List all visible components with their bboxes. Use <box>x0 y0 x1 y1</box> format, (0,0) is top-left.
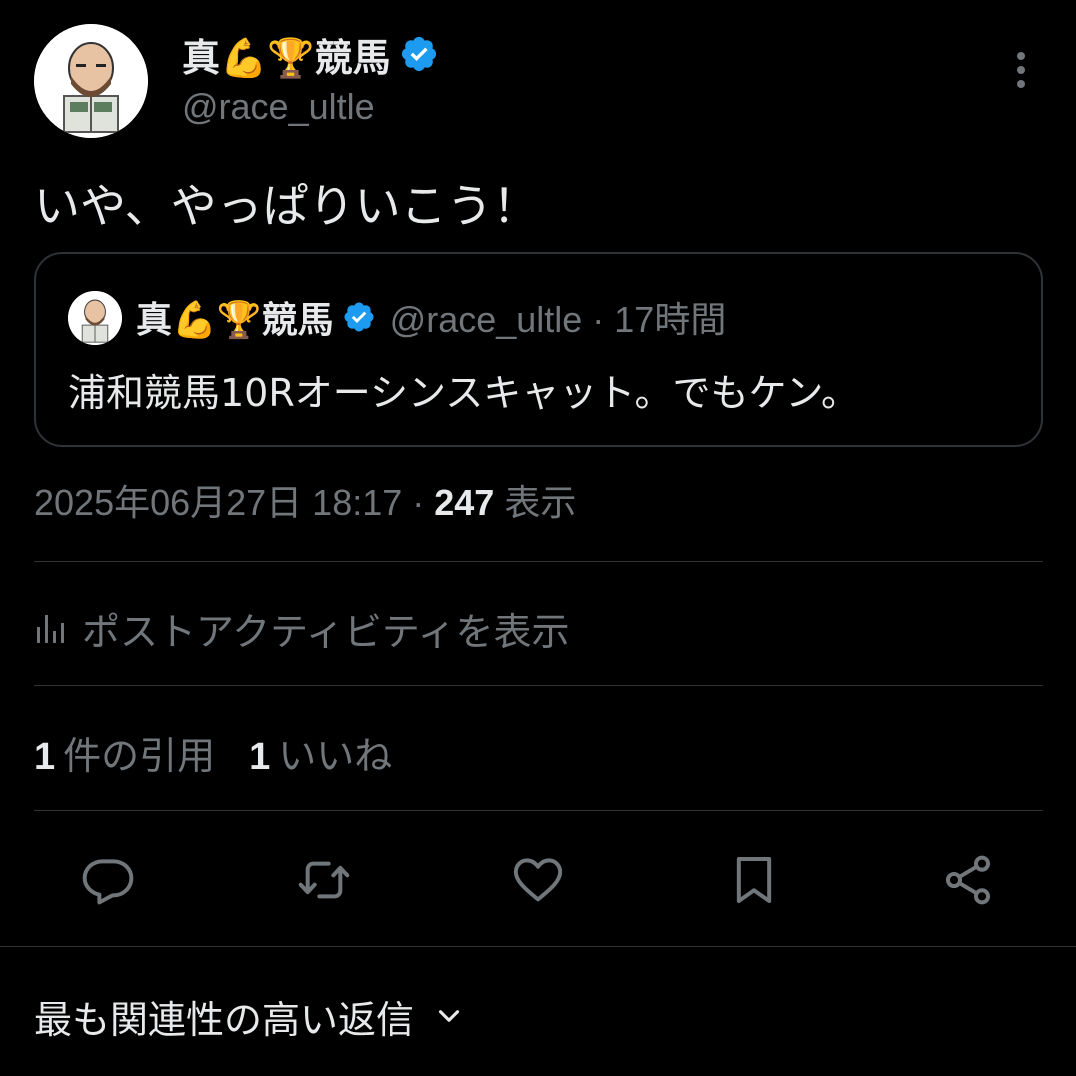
divider <box>34 685 1043 686</box>
more-options-icon[interactable] <box>1004 48 1038 92</box>
tweet-text: いや、やっぱりいこう！ <box>34 179 539 233</box>
tweet-meta: 2025年06月27日 18:17 · 247 表示 <box>34 474 576 526</box>
likes-stat[interactable]: 1 いいね <box>249 725 392 780</box>
like-icon[interactable] <box>510 852 566 908</box>
likes-label: いいね <box>278 733 393 778</box>
verified-badge-icon <box>344 302 374 332</box>
divider <box>34 561 1043 562</box>
engagement-stats: 1 件の引用 1 いいね <box>34 726 392 778</box>
divider <box>34 810 1043 811</box>
verified-badge-icon[interactable] <box>399 34 439 74</box>
chevron-down-icon <box>438 1010 460 1022</box>
repost-icon[interactable] <box>296 852 352 908</box>
view-count: 247 <box>434 482 495 523</box>
replies-sort-selector[interactable]: 最も関連性の高い返信 <box>34 988 466 1044</box>
quotes-stat[interactable]: 1 件の引用 <box>34 725 215 780</box>
tweet-datetime[interactable]: 2025年06月27日 18:17 · <box>34 482 434 523</box>
avatar-illustration <box>68 291 122 345</box>
replies-sort-label: 最も関連性の高い返信 <box>34 997 415 1042</box>
share-icon[interactable] <box>940 852 996 908</box>
view-label: 表示 <box>494 482 577 523</box>
divider <box>0 946 1076 947</box>
likes-count: 1 <box>249 735 271 778</box>
post-activity-label: ポストアクティビティを表示 <box>82 609 570 654</box>
author-avatar[interactable] <box>34 24 148 138</box>
reply-icon[interactable] <box>80 852 136 908</box>
quoted-display-name: 真💪🏆競馬 <box>136 300 334 341</box>
quoted-author-row: 真💪🏆競馬 @race_ultle · 17時間 <box>136 290 726 344</box>
quoted-handle-time: @race_ultle · 17時間 <box>389 299 727 340</box>
avatar-illustration <box>34 24 148 138</box>
author-name-row: 真💪🏆競馬 <box>182 28 439 80</box>
quoted-author-avatar <box>68 291 122 345</box>
quotes-count: 1 <box>34 735 56 778</box>
bar-chart-icon <box>37 615 64 643</box>
quoted-tweet-card[interactable] <box>34 252 1043 447</box>
quoted-tweet-text: 浦和競馬10Rオーシンスキャット。でもケン。 <box>68 371 860 415</box>
quotes-label: 件の引用 <box>63 733 216 778</box>
author-handle[interactable]: @race_ultle <box>182 86 375 128</box>
bookmark-icon[interactable] <box>726 852 782 908</box>
author-display-name[interactable]: 真💪🏆競馬 <box>182 27 391 82</box>
post-activity-link[interactable]: ポストアクティビティを表示 <box>34 603 570 654</box>
